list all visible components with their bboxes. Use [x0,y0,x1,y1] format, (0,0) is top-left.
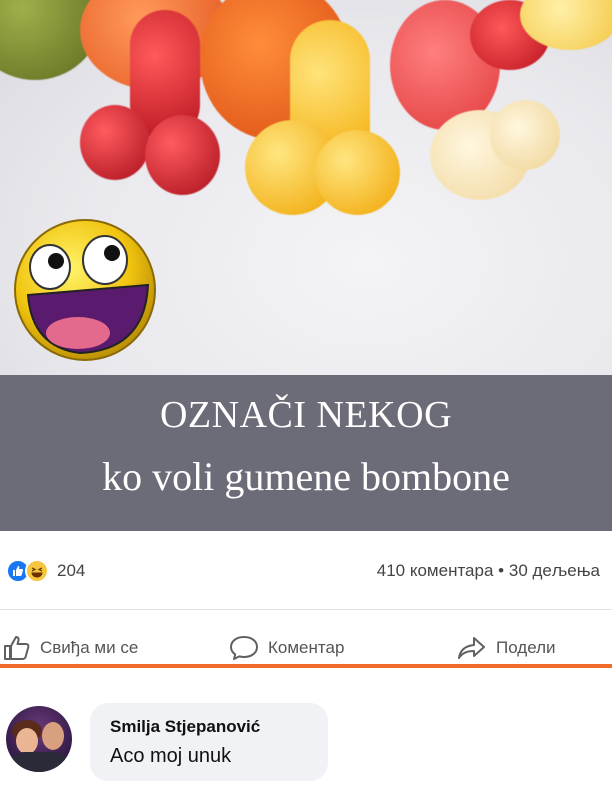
gummy-candy [490,100,560,170]
banner-title: OZNAČI NEKOG [159,394,453,436]
comment-text: Aco moj unuk [110,745,232,767]
banner-subtitle: ko voli gumene bombone [102,454,510,499]
post-banner: OZNAČI NEKOG ko voli gumene bombone [0,375,612,531]
divider [0,609,612,610]
comment-section: Smilja Stjepanović Aco moj unuk [0,668,612,800]
separator: • [498,561,505,580]
comment-button[interactable]: Коментар [228,633,344,663]
avatar[interactable] [6,706,72,772]
comment-label: Коментар [268,638,345,657]
gummy-candy [145,115,220,195]
like-label: Свиђа ми се [40,638,139,657]
laughing-smiley-icon [14,219,156,361]
post-photo[interactable] [0,0,612,375]
share-label: Подели [496,638,556,657]
share-button[interactable]: Подели [456,633,556,663]
comment-share-summary[interactable]: 410 коментара • 30 дељења [377,561,600,581]
reaction-count: 204 [57,561,86,580]
comment-author[interactable]: Smilja Stjepanović [110,717,260,737]
post-stats: 204 410 коментара • 30 дељења [0,531,612,615]
gummy-candy [315,130,400,215]
comment-bubble-icon [230,636,258,660]
avatar-face [42,722,64,750]
thumbs-up-icon [4,636,30,660]
comment-count[interactable]: 410 коментара [377,561,494,580]
gummy-candy [80,105,150,180]
like-button[interactable]: Свиђа ми се [2,633,138,663]
share-arrow-icon [458,637,485,659]
avatar-body [10,752,68,772]
share-count[interactable]: 30 дељења [509,561,600,580]
comment-bubble[interactable]: Smilja Stjepanović Aco moj unuk [90,703,328,781]
reaction-summary[interactable]: 204 [6,559,85,583]
avatar-face [16,728,38,754]
haha-reaction-icon [25,559,49,583]
